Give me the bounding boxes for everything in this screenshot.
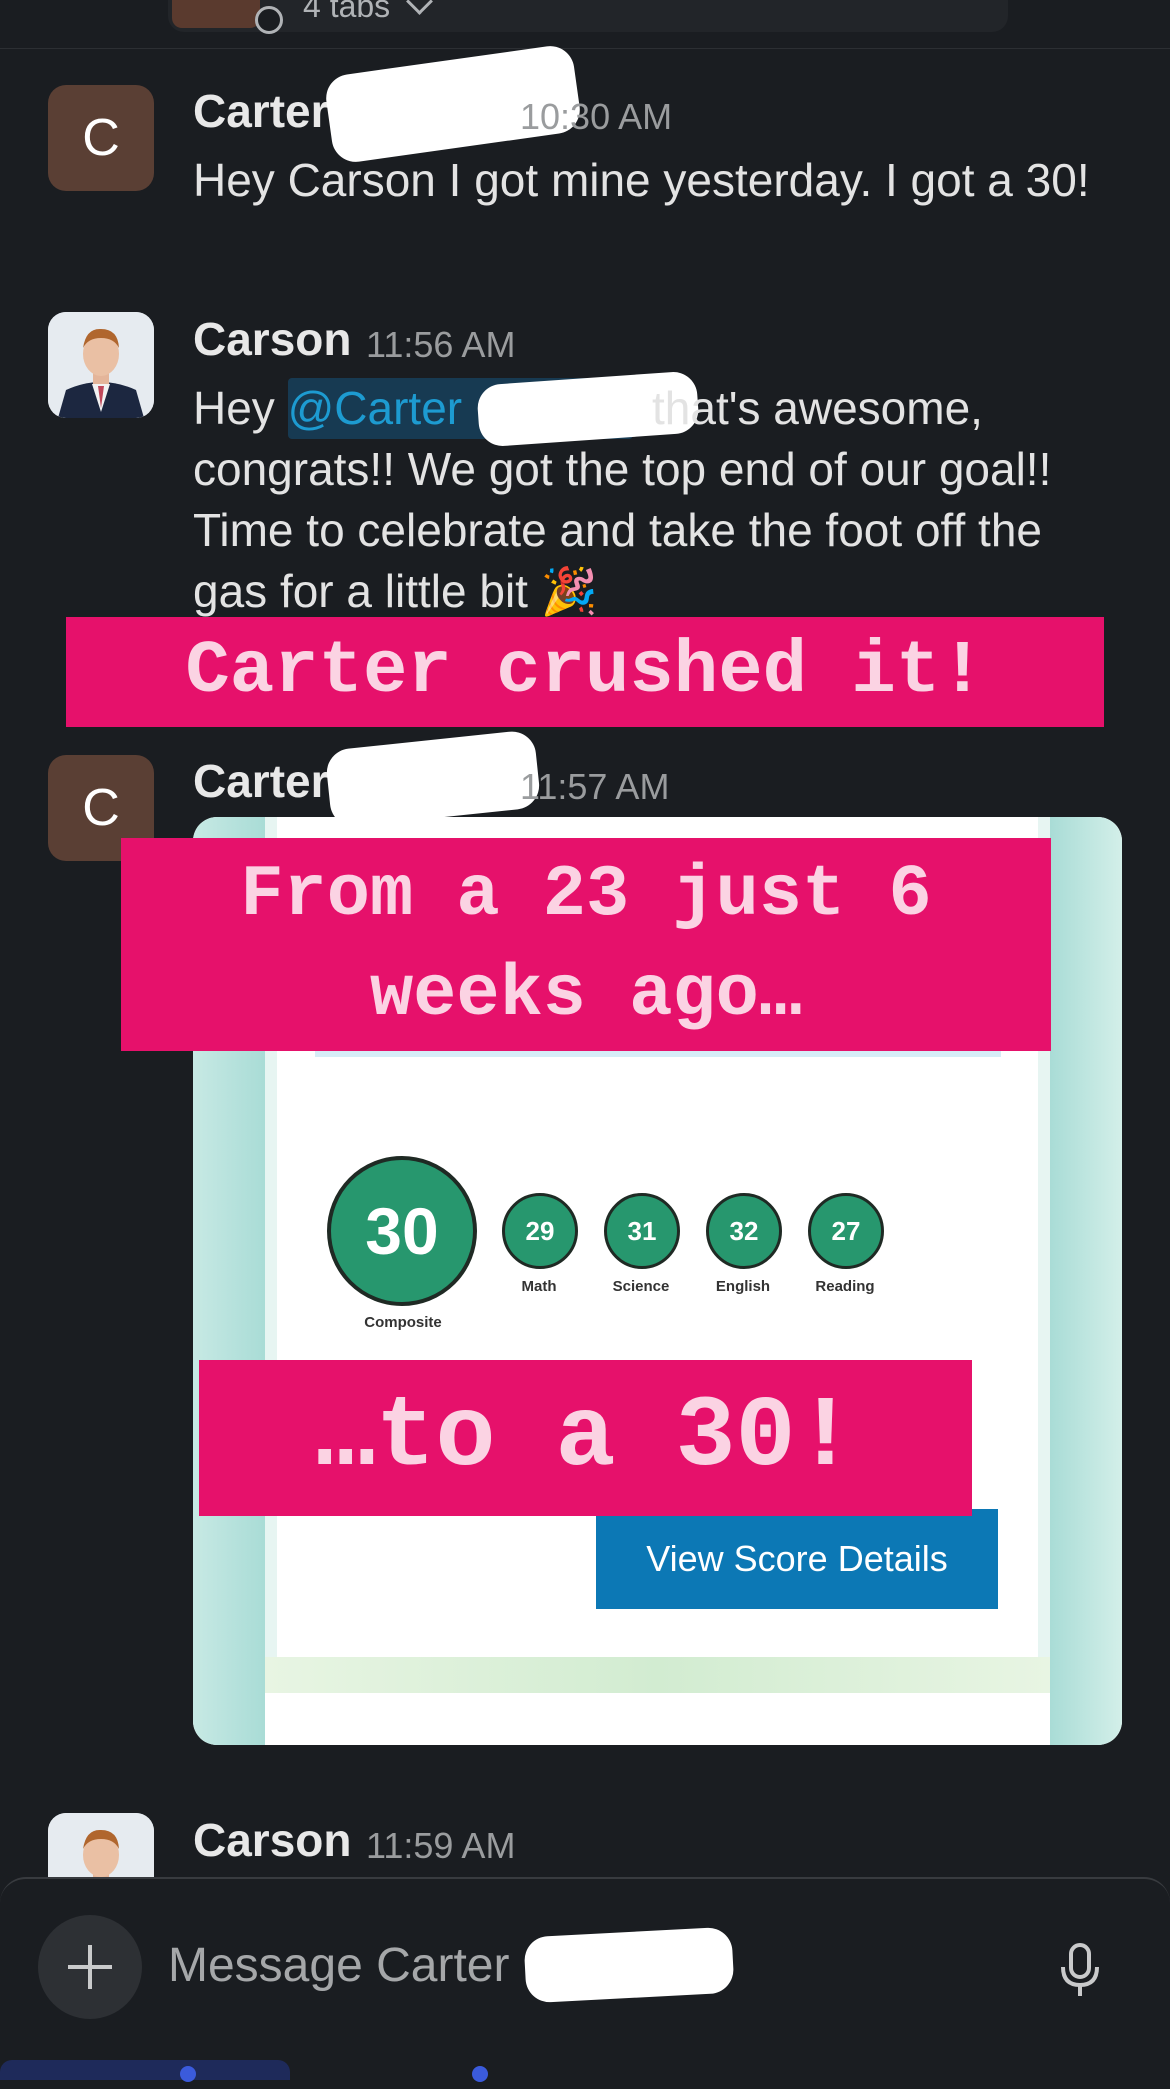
- math-score: 29: [502, 1193, 578, 1269]
- science-score: 31: [604, 1193, 680, 1269]
- message-time: 10:30 AM: [520, 96, 673, 137]
- message-text: Hey Carson I got mine yesterday. I got a…: [193, 154, 1090, 206]
- sender-name[interactable]: Carson: [193, 1813, 351, 1867]
- card-border-right: [1050, 817, 1122, 1745]
- message-text: congrats!! We got the top end of our goa…: [193, 443, 1052, 617]
- tabs-label[interactable]: 4 tabs: [303, 0, 390, 25]
- message-time: 11:56 AM: [366, 324, 516, 365]
- caption-banner: Carter crushed it!: [66, 617, 1104, 727]
- redaction-mark: [324, 729, 542, 829]
- reading-score: 27: [808, 1193, 884, 1269]
- message-text-start: Hey: [193, 382, 288, 434]
- microphone-icon: [1061, 1943, 1099, 1996]
- sender-name[interactable]: Carson: [193, 312, 351, 366]
- status-ring-icon: [255, 6, 283, 34]
- english-label: English: [715, 1278, 771, 1295]
- microphone-button[interactable]: [1058, 1942, 1102, 2003]
- avatar[interactable]: [48, 312, 154, 418]
- sender-name[interactable]: Carter: [193, 754, 329, 808]
- bottom-nav-home[interactable]: [0, 2060, 290, 2080]
- profile-photo-icon: [48, 312, 154, 418]
- profile-photo-icon: [48, 1813, 154, 1877]
- avatar[interactable]: C: [48, 85, 154, 191]
- english-score: 32: [706, 1193, 782, 1269]
- plus-icon-vertical: [88, 1945, 92, 1989]
- message-time: 11:57 AM: [520, 766, 670, 807]
- avatar[interactable]: [48, 1813, 154, 1877]
- caption-banner-after: …to a 30!: [199, 1360, 972, 1516]
- composite-label: Composite: [364, 1314, 442, 1331]
- redaction-mark: [523, 1926, 735, 2004]
- science-label: Science: [612, 1278, 670, 1295]
- card-footer: [265, 1693, 1050, 1745]
- message-time: 11:59 AM: [366, 1825, 516, 1866]
- card-footer-band: [265, 1657, 1050, 1693]
- view-score-details-button[interactable]: View Score Details: [596, 1509, 998, 1609]
- caption-line: From a 23 just 6: [240, 853, 932, 936]
- tabs-switcher[interactable]: [168, 0, 1008, 32]
- reading-label: Reading: [815, 1278, 875, 1295]
- math-label: Math: [521, 1278, 557, 1295]
- message-text: that's awesome,: [652, 382, 983, 434]
- caption-banner-before: From a 23 just 6 weeks ago…: [121, 838, 1051, 1051]
- composite-score: 30: [327, 1156, 477, 1306]
- caption-line: weeks ago…: [369, 953, 803, 1036]
- tabs-avatar: [172, 0, 260, 28]
- sender-name[interactable]: Carter: [193, 84, 329, 138]
- message-input[interactable]: Message Carter: [168, 1938, 509, 1993]
